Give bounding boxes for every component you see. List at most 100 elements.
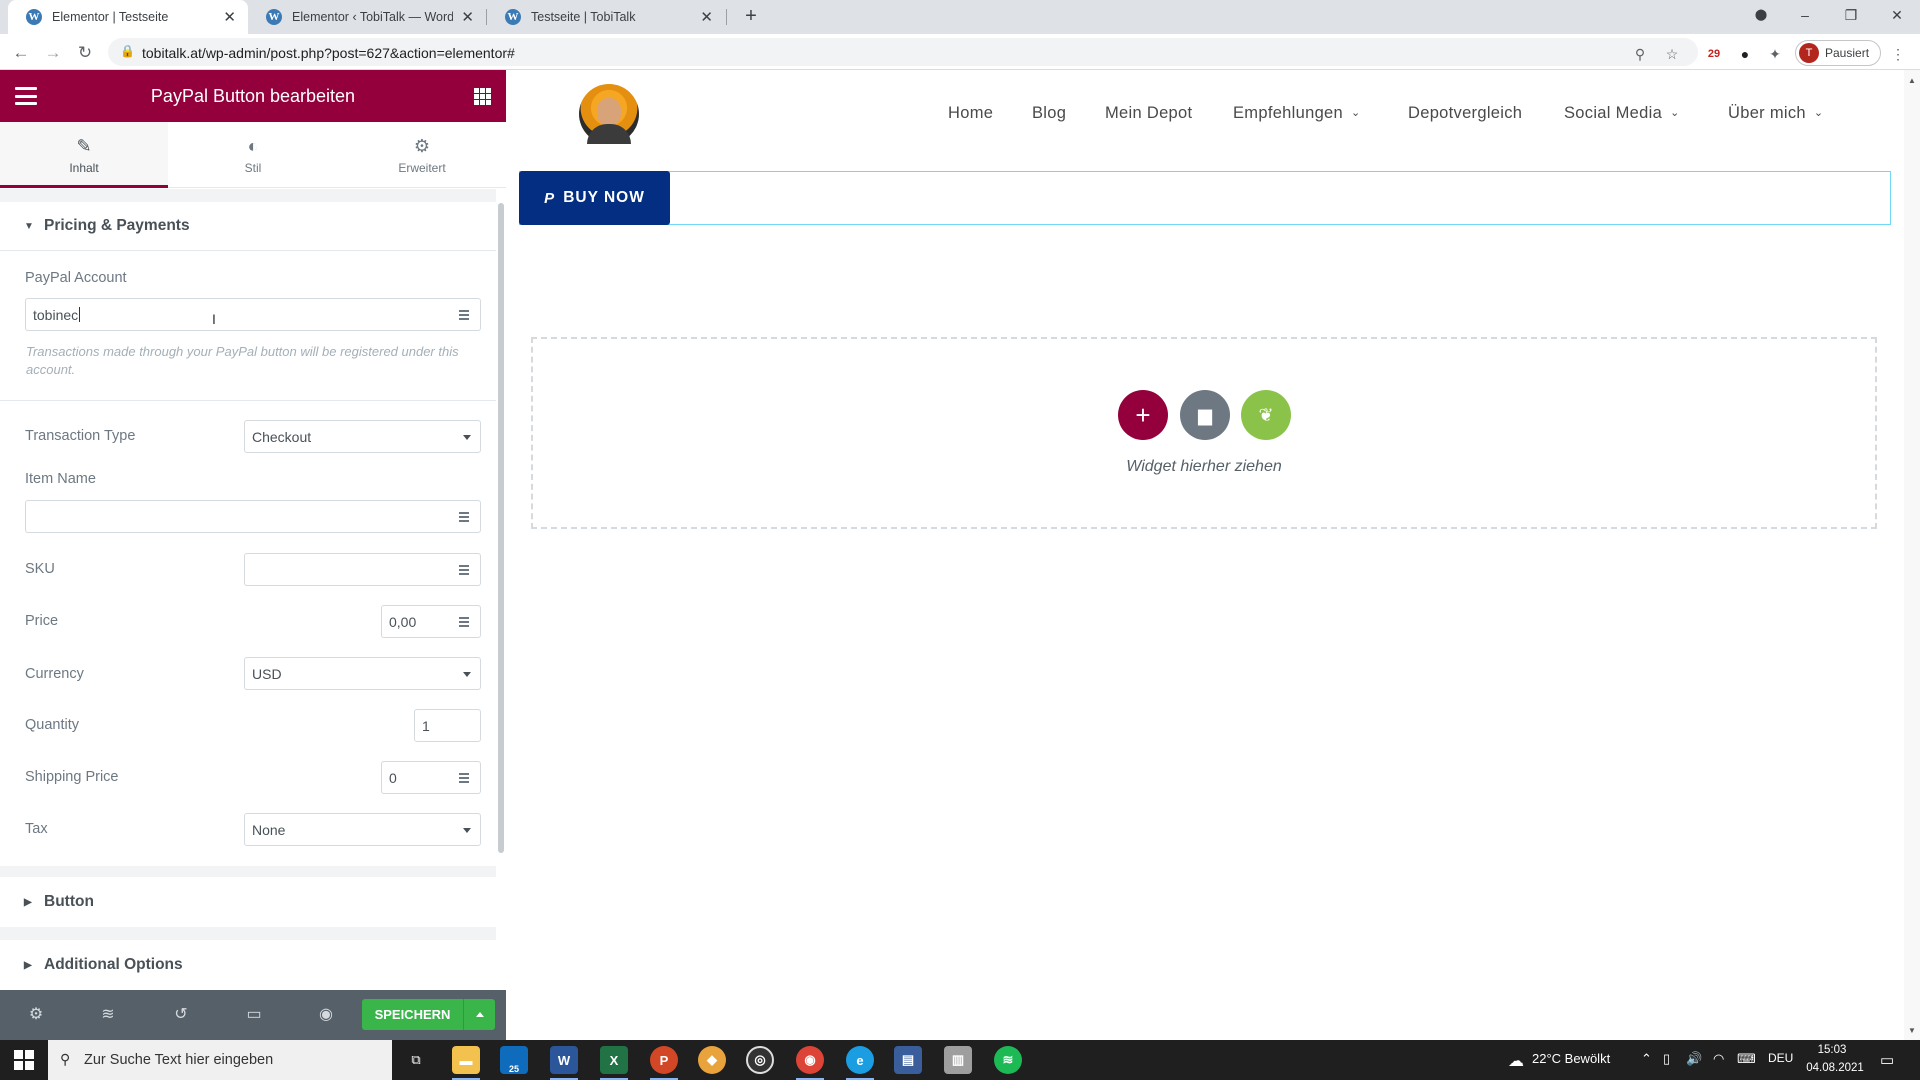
paypal-buy-now-button[interactable]: P BUY NOW [519, 171, 670, 225]
tray-device-icon[interactable]: ▯ [1663, 1051, 1670, 1067]
weather-cloud-icon[interactable]: ☁ [1508, 1051, 1524, 1071]
app-icon[interactable]: ▤ [894, 1046, 922, 1074]
close-icon[interactable]: ✕ [223, 8, 236, 26]
browser-menu-icon[interactable]: ⋮ [1888, 44, 1908, 64]
edge-icon[interactable]: e [846, 1046, 874, 1080]
caret-down-icon: ▼ [24, 220, 34, 232]
keyboard-icon[interactable]: ⌨ [1737, 1051, 1756, 1067]
nav-mein-depot[interactable]: Mein Depot [1105, 104, 1192, 123]
grammarly-icon[interactable]: ● [1735, 44, 1755, 64]
scroll-up-icon[interactable]: ▲ [1908, 76, 1916, 85]
dynamic-tags-button[interactable] [448, 500, 481, 533]
tab-inhalt[interactable]: ✎ Inhalt [0, 122, 168, 188]
powerpoint-icon[interactable]: P [650, 1046, 678, 1080]
dynamic-tags-button[interactable] [448, 605, 481, 638]
back-icon[interactable]: ← [10, 42, 32, 64]
reload-icon[interactable]: ↻ [74, 42, 96, 64]
site-logo[interactable] [579, 84, 639, 144]
app-icon[interactable]: ▥ [944, 1046, 972, 1074]
nav-depotvergleich[interactable]: Depotvergleich [1408, 104, 1522, 123]
zoom-icon[interactable]: ⚲ [1630, 44, 1650, 64]
close-icon[interactable]: ✕ [461, 8, 474, 26]
panel-scrollbar[interactable] [496, 189, 506, 989]
dynamic-tags-button[interactable] [448, 761, 481, 794]
item-name-input[interactable] [25, 500, 448, 533]
clock-time[interactable]: 15:03 [1806, 1044, 1858, 1056]
mail-icon[interactable]: 25 [500, 1046, 528, 1074]
save-options-button[interactable] [463, 999, 495, 1030]
paypal-account-input[interactable]: tobinec [25, 298, 448, 331]
responsive-mode-icon[interactable]: ▭ [242, 1003, 266, 1027]
input-language[interactable]: DEU [1768, 1051, 1793, 1065]
lock-icon[interactable]: 🔒 [120, 44, 135, 58]
dynamic-tags-button[interactable] [448, 298, 481, 331]
url-text[interactable]: tobitalk.at/wp-admin/post.php?post=627&a… [142, 45, 515, 61]
nav-label: Empfehlungen [1233, 104, 1344, 122]
bookmark-star-icon[interactable]: ☆ [1662, 44, 1682, 64]
profile-button[interactable]: T Pausiert [1795, 40, 1881, 66]
nav-social-media[interactable]: Social Media ⌄ [1564, 104, 1680, 123]
tab-search-icon[interactable]: ⬤ [1738, 0, 1784, 30]
volume-icon[interactable]: 🔊 [1686, 1051, 1702, 1067]
nav-label: Mein Depot [1105, 104, 1193, 122]
browser-tab-elementor-testseite[interactable]: W Elementor | Testseite ✕ [8, 0, 248, 34]
settings-gear-icon[interactable]: ⚙ [24, 1003, 48, 1027]
close-icon[interactable]: ✕ [700, 8, 713, 26]
excel-icon[interactable]: X [600, 1046, 628, 1080]
history-icon[interactable]: ↺ [169, 1003, 193, 1027]
browser-tab-elementor-tobitalk[interactable]: W Elementor ‹ TobiTalk — WordPre ✕ [248, 0, 486, 34]
divider [0, 400, 496, 401]
section-header-pricing[interactable]: ▼ Pricing & Payments [0, 202, 496, 250]
tray-overflow-icon[interactable]: ⌃ [1641, 1051, 1652, 1067]
preview-eye-icon[interactable]: ◉ [314, 1003, 338, 1027]
scroll-down-icon[interactable]: ▼ [1908, 1026, 1916, 1035]
obs-icon[interactable]: ◎ [746, 1046, 774, 1074]
word-icon[interactable]: W [550, 1046, 578, 1080]
wifi-icon[interactable]: ◠ [1713, 1051, 1724, 1067]
widgets-grid-icon[interactable] [474, 88, 491, 105]
tax-select[interactable]: None [244, 813, 481, 846]
quantity-input[interactable]: 1 [414, 709, 481, 742]
task-view-icon[interactable]: ⧉ [402, 1046, 430, 1074]
minimize-icon[interactable]: – [1782, 0, 1828, 30]
file-explorer-icon[interactable]: ▬ [452, 1046, 480, 1080]
windows-start-icon[interactable] [14, 1050, 34, 1070]
section-header-button[interactable]: ▶ Button [0, 877, 496, 927]
envato-leaf-icon[interactable]: ❦ [1241, 390, 1291, 440]
notification-center-icon[interactable]: ▭ [1880, 1051, 1894, 1069]
selected-widget-outline[interactable] [519, 171, 1891, 225]
dynamic-tags-button[interactable] [448, 553, 481, 586]
nav-home[interactable]: Home [948, 104, 993, 123]
transaction-type-select[interactable]: Checkout [244, 420, 481, 453]
chrome-icon[interactable]: ◉ [796, 1046, 824, 1080]
price-input[interactable]: 0,00 [381, 605, 448, 638]
window-close-icon[interactable]: ✕ [1874, 0, 1920, 30]
extension-badge-icon[interactable]: 29 [1704, 44, 1724, 64]
app-icon[interactable]: ◆ [698, 1046, 726, 1074]
weather-text[interactable]: 22°C Bewölkt [1532, 1051, 1610, 1066]
nav-blog[interactable]: Blog [1032, 104, 1066, 123]
sku-input[interactable] [244, 553, 448, 586]
new-tab-button[interactable]: + [740, 6, 762, 28]
forward-icon[interactable]: → [42, 42, 64, 64]
currency-select[interactable]: USD [244, 657, 481, 690]
template-library-folder-icon[interactable]: ▆ [1180, 390, 1230, 440]
clock-date[interactable]: 04.08.2021 [1806, 1062, 1864, 1074]
database-icon [459, 511, 469, 522]
tab-stil[interactable]: ◐ Stil [169, 122, 337, 188]
spotify-icon[interactable]: ≋ [994, 1046, 1022, 1074]
navigator-layers-icon[interactable]: ≋ [96, 1003, 120, 1027]
browser-tab-testseite-tobitalk[interactable]: W Testseite | TobiTalk ✕ [487, 0, 725, 34]
restore-icon[interactable]: ❐ [1828, 0, 1874, 30]
preview-scrollbar[interactable]: ▲ ▼ [1904, 70, 1920, 1040]
nav-empfehlungen[interactable]: Empfehlungen ⌄ [1233, 104, 1361, 123]
add-section-plus-icon[interactable]: + [1118, 390, 1168, 440]
nav-ueber-mich[interactable]: Über mich ⌄ [1728, 104, 1823, 123]
shipping-price-input[interactable]: 0 [381, 761, 448, 794]
section-header-additional-options[interactable]: ▶ Additional Options [0, 940, 496, 990]
save-button[interactable]: SPEICHERN [362, 999, 463, 1030]
scrollbar-thumb[interactable] [498, 203, 504, 853]
taskbar-search-box[interactable]: ⚲ Zur Suche Text hier eingeben [48, 1040, 392, 1080]
tab-erweitert[interactable]: ⚙ Erweitert [338, 122, 506, 188]
extensions-puzzle-icon[interactable]: ✦ [1765, 44, 1785, 64]
